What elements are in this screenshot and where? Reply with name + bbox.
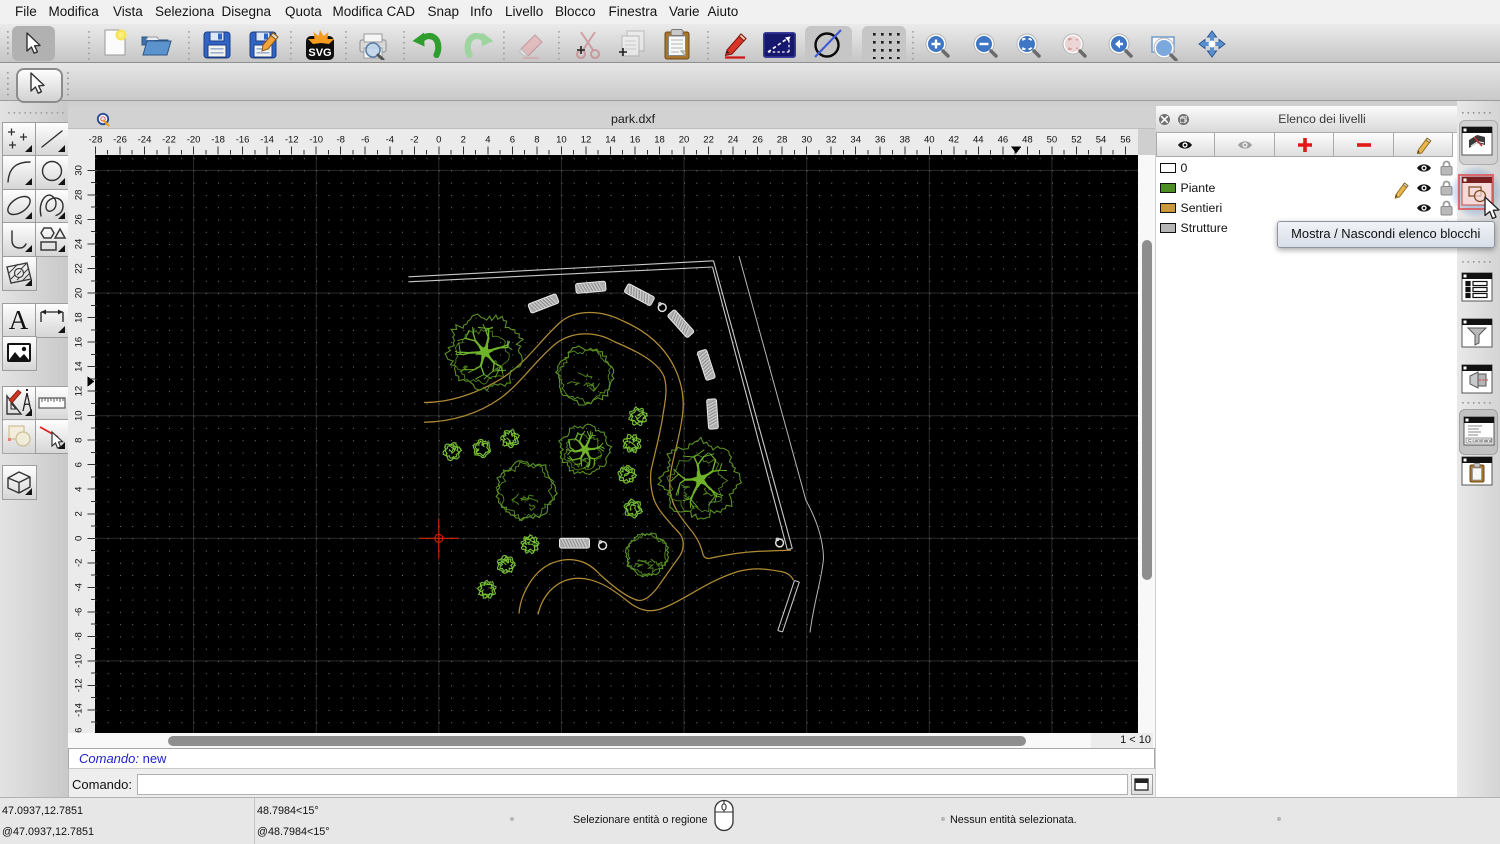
svg-text:-6: -6 [74, 607, 85, 615]
svg-text:-26: -26 [113, 135, 127, 146]
svg-text:A: A [8, 305, 28, 335]
svg-text:32: 32 [826, 135, 837, 146]
svg-text:26: 26 [74, 214, 85, 225]
svg-text:24: 24 [728, 135, 739, 146]
svg-text:-10: -10 [309, 135, 323, 146]
svg-text:46: 46 [998, 135, 1009, 146]
svg-text:C:command: C:command [1468, 438, 1493, 443]
svg-text:-4: -4 [386, 135, 394, 146]
svg-text:18: 18 [74, 312, 85, 323]
svg-text:34: 34 [850, 135, 861, 146]
svg-text:0: 0 [436, 135, 441, 146]
svg-text:52: 52 [1071, 135, 1082, 146]
svg-text:12: 12 [74, 385, 85, 396]
svg-text:28: 28 [74, 189, 85, 200]
svg-text:48: 48 [1022, 135, 1033, 146]
svg-text:22: 22 [74, 263, 85, 274]
svg-text:2: 2 [74, 511, 85, 516]
svg-text:-16: -16 [236, 135, 250, 146]
svg-text:-18: -18 [211, 135, 225, 146]
svg-text:-2: -2 [74, 558, 85, 566]
svg-text:44: 44 [973, 135, 984, 146]
svg-text:-14: -14 [260, 135, 274, 146]
svg-text:-28: -28 [89, 135, 103, 146]
svg-text:50: 50 [1047, 135, 1058, 146]
svg-text:6: 6 [74, 462, 85, 467]
svg-text:-12: -12 [285, 135, 299, 146]
svg-text:8: 8 [534, 135, 539, 146]
svg-text:-8: -8 [74, 632, 85, 640]
svg-text:30: 30 [801, 135, 812, 146]
svg-text:8: 8 [74, 437, 85, 442]
svg-text:54: 54 [1096, 135, 1107, 146]
svg-text:22: 22 [703, 135, 714, 146]
svg-text:10: 10 [74, 410, 85, 421]
svg-text:2: 2 [461, 135, 466, 146]
svg-text:24: 24 [74, 238, 85, 249]
svg-text:-14: -14 [74, 703, 85, 717]
svg-text:56: 56 [1120, 135, 1131, 146]
svg-text:-4: -4 [74, 583, 85, 591]
svg-text:-20: -20 [187, 135, 201, 146]
svg-text:16: 16 [630, 135, 641, 146]
svg-text:10: 10 [556, 135, 567, 146]
svg-text:14: 14 [74, 361, 85, 372]
svg-text:28: 28 [777, 135, 788, 146]
svg-text:-2: -2 [410, 135, 418, 146]
svg-text:36: 36 [875, 135, 886, 146]
svg-text:-24: -24 [138, 135, 152, 146]
svg-text:20: 20 [679, 135, 690, 146]
svg-text:-6: -6 [361, 135, 369, 146]
svg-text:-22: -22 [162, 135, 176, 146]
svg-text:30: 30 [74, 165, 85, 176]
svg-text:26: 26 [752, 135, 763, 146]
svg-text:-8: -8 [336, 135, 344, 146]
svg-text:-12: -12 [74, 678, 85, 692]
svg-text:14: 14 [605, 135, 616, 146]
svg-text:18: 18 [654, 135, 665, 146]
svg-text:40: 40 [924, 135, 935, 146]
svg-text:4: 4 [485, 135, 490, 146]
svg-text:16: 16 [74, 336, 85, 347]
svg-text:20: 20 [74, 287, 85, 298]
svg-text:6: 6 [510, 135, 515, 146]
svg-text:42: 42 [949, 135, 960, 146]
svg-text:-10: -10 [74, 654, 85, 668]
svg-text:12: 12 [581, 135, 592, 146]
svg-text:0: 0 [74, 535, 85, 540]
svg-text:SVG: SVG [308, 47, 331, 59]
svg-text:38: 38 [900, 135, 911, 146]
svg-text:4: 4 [74, 486, 85, 491]
